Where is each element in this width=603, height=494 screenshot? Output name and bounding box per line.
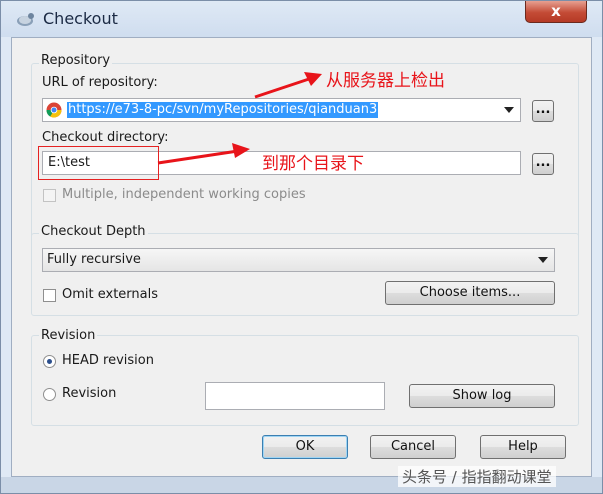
annotation-to-dir: 到那个目录下 (262, 154, 364, 174)
annotation-from-server: 从服务器上检出 (326, 71, 445, 91)
arrow-icon (157, 72, 322, 165)
watermark: 头条号 / 指指翻动课堂 (398, 466, 556, 487)
